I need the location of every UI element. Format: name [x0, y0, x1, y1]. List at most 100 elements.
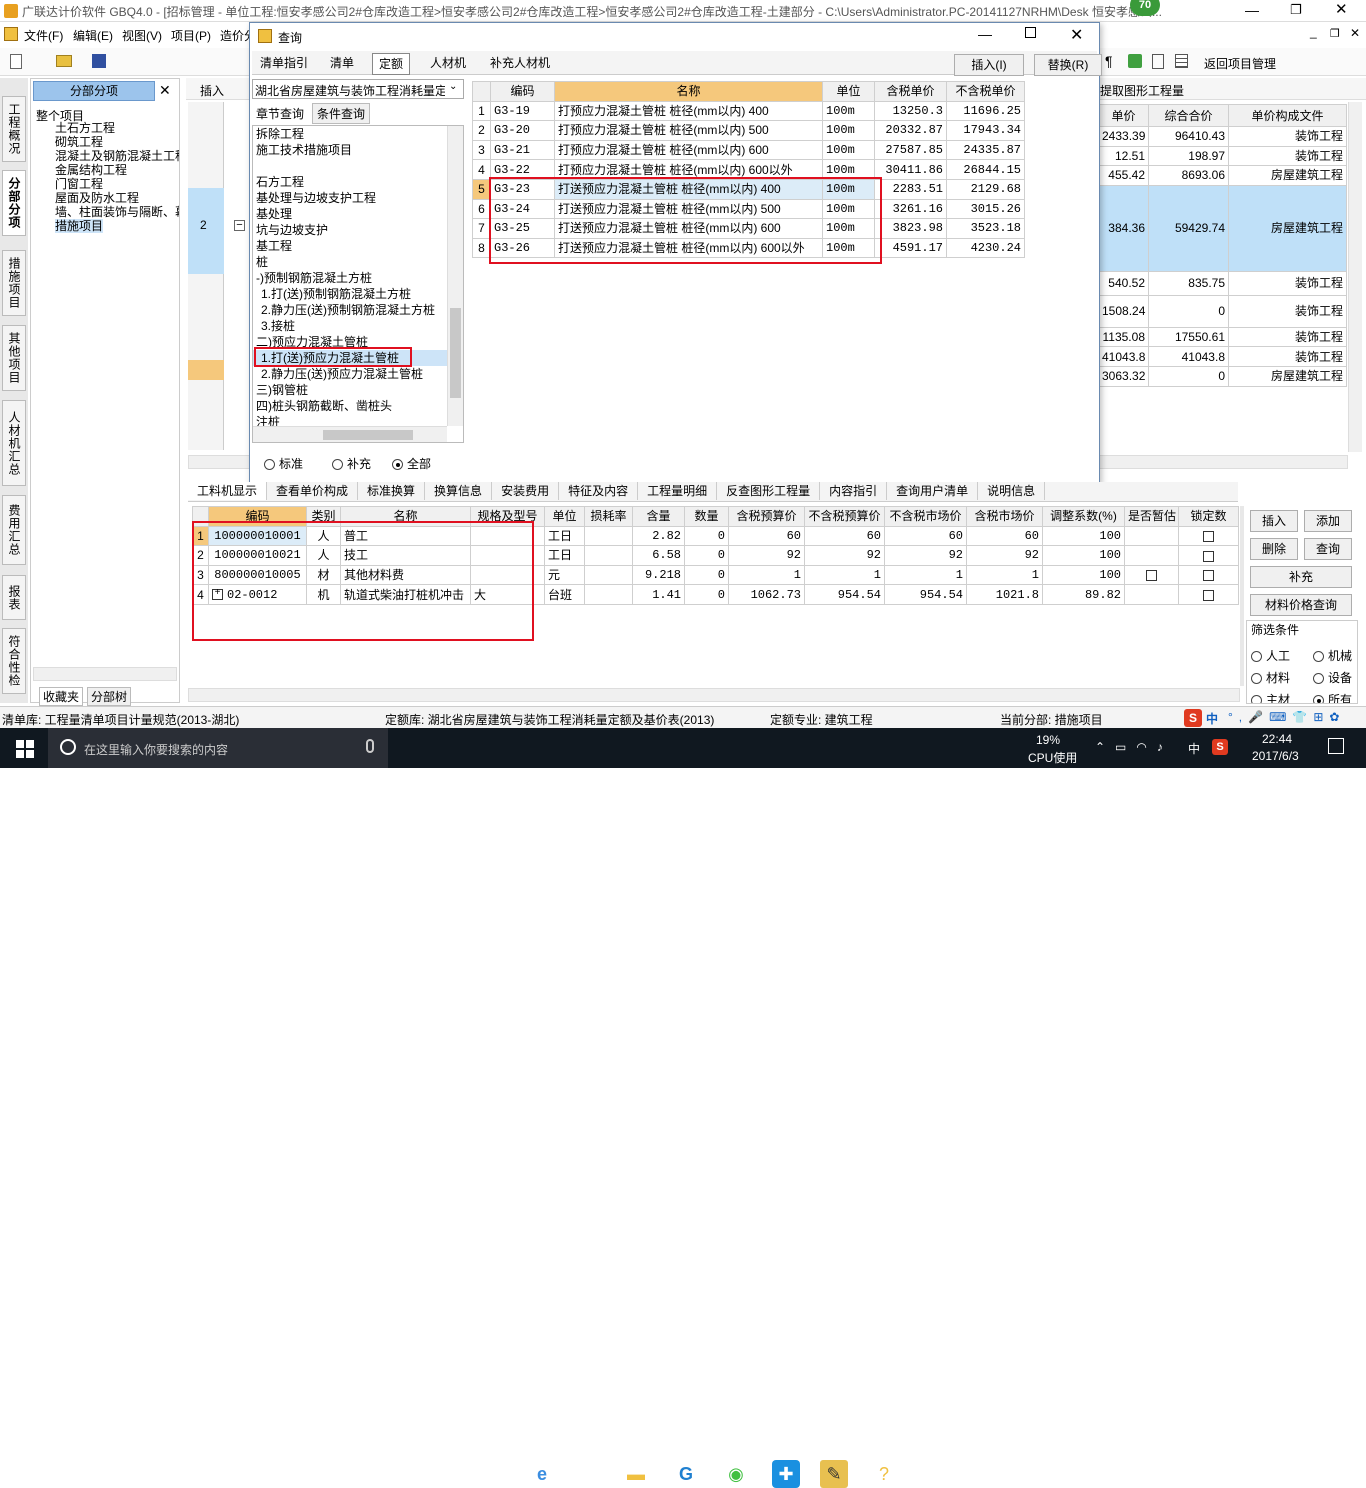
expand-icon[interactable]: + — [212, 589, 223, 600]
tree-item[interactable]: 屋面及防水工程 — [55, 191, 179, 205]
tree-hscroll[interactable] — [253, 426, 447, 442]
book-icon[interactable] — [1128, 54, 1142, 68]
pilcrow-icon[interactable]: ¶ — [1105, 53, 1113, 69]
col-header[interactable]: 含税市场价 — [966, 506, 1043, 527]
tab-features[interactable]: 特征及内容 — [559, 482, 639, 500]
tree-node[interactable]: -)预制钢筋混凝土方桩 — [253, 270, 463, 286]
left-panel-close[interactable]: ✕ — [159, 82, 171, 99]
radio-supplement[interactable]: 补充 — [332, 455, 371, 472]
tab-bill-guide[interactable]: 清单指引 — [254, 53, 314, 73]
list-icon[interactable] — [1175, 54, 1188, 68]
col-header[interactable]: 不含税单价 — [946, 81, 1025, 102]
col-header[interactable] — [472, 81, 491, 102]
tab-bill[interactable]: 清单 — [324, 53, 360, 73]
table-row[interactable]: 6 G3-24 打送预应力混凝土管桩 桩径(mm以内) 500 100m 3261.16… — [472, 198, 1025, 220]
insert-resource-button[interactable]: 插入 — [1250, 510, 1298, 532]
filter-main-material[interactable]: 主材 — [1251, 691, 1290, 703]
clock-time[interactable]: 22:44 — [1262, 732, 1292, 746]
col-header[interactable]: 含税单价 — [874, 81, 947, 102]
tree-node[interactable]: 三)钢管桩 — [253, 382, 463, 398]
open-icon[interactable] — [56, 55, 72, 67]
lock-checkbox[interactable] — [1203, 590, 1214, 601]
tree-node[interactable]: 2.静力压(送)预制钢筋混凝土方桩 — [253, 302, 463, 318]
glodon-icon[interactable]: G — [672, 1460, 700, 1488]
mdi-close[interactable]: ✕ — [1350, 26, 1360, 40]
tree-item[interactable]: 墙、柱面装饰与隔断、幕 — [55, 205, 179, 219]
tree-node[interactable]: 3.接桩 — [253, 318, 463, 334]
tree-item[interactable]: 土石方工程 — [55, 121, 179, 135]
left-hscroll[interactable] — [33, 667, 177, 681]
col-header[interactable]: 规格及型号 — [470, 506, 545, 527]
side-tab-other[interactable]: 其他项目 — [2, 325, 26, 391]
windows-start-icon[interactable] — [16, 740, 34, 758]
tree-item[interactable]: 砌筑工程 — [55, 135, 179, 149]
notification-icon[interactable] — [1328, 738, 1344, 754]
gbq-icon[interactable]: ✎ — [820, 1460, 848, 1488]
query-resource-button[interactable]: 查询 — [1304, 538, 1352, 560]
material-price-query-button[interactable]: 材料价格查询 — [1250, 594, 1352, 616]
tree-node[interactable]: 1.打(送)预制钢筋混凝土方桩 — [253, 286, 463, 302]
side-tab-reports[interactable]: 报表 — [2, 575, 26, 620]
filter-all[interactable]: 所有 — [1313, 691, 1352, 703]
dialog-minimize[interactable]: — — [978, 26, 992, 42]
side-tab-overview[interactable]: 工程概况 — [2, 96, 26, 162]
side-tab-measures[interactable]: 措施项目 — [2, 250, 26, 316]
radio-all[interactable]: 全部 — [392, 455, 431, 472]
table-row[interactable]: 4 G3-22 打预应力混凝土管桩 桩径(mm以内) 600以外 100m 30411.… — [472, 159, 1025, 180]
mdi-restore[interactable]: ❐ — [1330, 27, 1340, 40]
tab-supplement[interactable]: 补充人材机 — [484, 53, 556, 73]
col-header[interactable]: 锁定数 — [1178, 506, 1239, 527]
table-row[interactable]: 1 G3-19 打预应力混凝土管桩 桩径(mm以内) 400 100m 13250.3 1… — [472, 100, 1025, 122]
radio-standard[interactable]: 标准 — [264, 455, 303, 472]
taskbar-search[interactable]: 在这里输入你要搜索的内容 — [48, 728, 388, 768]
col-header[interactable]: 单价 — [1098, 104, 1149, 127]
task-view-icon[interactable]: ◎ — [455, 1460, 483, 1488]
tab-qty-detail[interactable]: 工程量明细 — [638, 482, 718, 500]
menu-project[interactable]: 项目(P) — [171, 27, 211, 44]
table-row[interactable]: 1 100000010001 人普工 工日 2.82 0 60 60 60 60 100 — [192, 525, 1239, 547]
filter-labor[interactable]: 人工 — [1251, 647, 1290, 664]
col-header[interactable]: 单位 — [544, 506, 585, 527]
tree-node[interactable]: 2.静力压(送)预应力混凝土管桩 — [253, 366, 463, 382]
col-header[interactable]: 数量 — [684, 506, 729, 527]
supplement-button[interactable]: 补充 — [1250, 566, 1352, 588]
ime-logo-icon[interactable]: S — [1184, 709, 1202, 727]
microphone-icon[interactable] — [366, 739, 374, 753]
col-header[interactable]: 不含税市场价 — [884, 506, 967, 527]
col-header[interactable]: 综合合价 — [1148, 104, 1229, 127]
main-vscroll[interactable] — [1348, 102, 1362, 452]
tree-node[interactable]: 桩 — [253, 254, 463, 270]
table-row[interactable]: 2 100000010021 人技工 工日 6.58 0 92 92 92 92 100 — [192, 545, 1239, 566]
expand-icon[interactable]: − — [234, 220, 245, 231]
tree-node[interactable]: 石方工程 — [253, 174, 463, 190]
col-header[interactable]: 单位 — [822, 81, 875, 102]
dialog-close[interactable]: ✕ — [1070, 25, 1083, 45]
tree-node[interactable]: 拆除工程 — [253, 126, 463, 142]
col-header[interactable]: 类别 — [306, 506, 341, 527]
table-row[interactable]: 7 G3-25 打送预应力混凝土管桩 桩径(mm以内) 600 100m 3823.98… — [472, 218, 1025, 239]
tree-vscroll[interactable] — [447, 126, 463, 426]
dialog-maximize[interactable] — [1025, 27, 1036, 38]
col-header[interactable]: 调整系数(%) — [1042, 506, 1125, 527]
table-row[interactable]: 3 G3-21 打预应力混凝土管桩 桩径(mm以内) 600 100m 27587.85… — [472, 139, 1025, 161]
tree-node[interactable]: 基处理 — [253, 206, 463, 222]
tray-ime[interactable]: 中 — [1188, 740, 1200, 757]
tree-node[interactable]: 施工技术措施项目 — [253, 142, 463, 158]
tab-chapter[interactable]: 章节查询 — [256, 105, 304, 122]
side-tab-check[interactable]: 符合性检查 — [2, 628, 26, 694]
resource-hscroll[interactable] — [188, 688, 1240, 702]
table-row[interactable]: 4 +02-0012 机轨道式柴油打桩机冲击大台班 1.41 0 1062.73 954.5… — [192, 584, 1239, 605]
tray-icons[interactable]: ⌃▭◠♪ — [1095, 740, 1173, 754]
tab-conv-info[interactable]: 换算信息 — [425, 482, 493, 500]
mdi-minimize[interactable]: _ — [1310, 25, 1317, 39]
replace-button[interactable]: 替换(R) — [1034, 54, 1102, 76]
bottom-tab-tree[interactable]: 分部树 — [87, 687, 132, 706]
menu-file[interactable]: 文件(F) — [24, 27, 63, 44]
tree-node[interactable]: 坑与边坡支护 — [253, 222, 463, 238]
col-header[interactable]: 名称 — [340, 506, 471, 527]
menu-edit[interactable]: 编辑(E) — [73, 27, 113, 44]
left-panel-header[interactable]: 分部分项 — [33, 81, 155, 101]
tree-node[interactable]: 基工程 — [253, 238, 463, 254]
lock-checkbox[interactable] — [1203, 570, 1214, 582]
col-header[interactable]: 含税预算价 — [728, 506, 805, 527]
